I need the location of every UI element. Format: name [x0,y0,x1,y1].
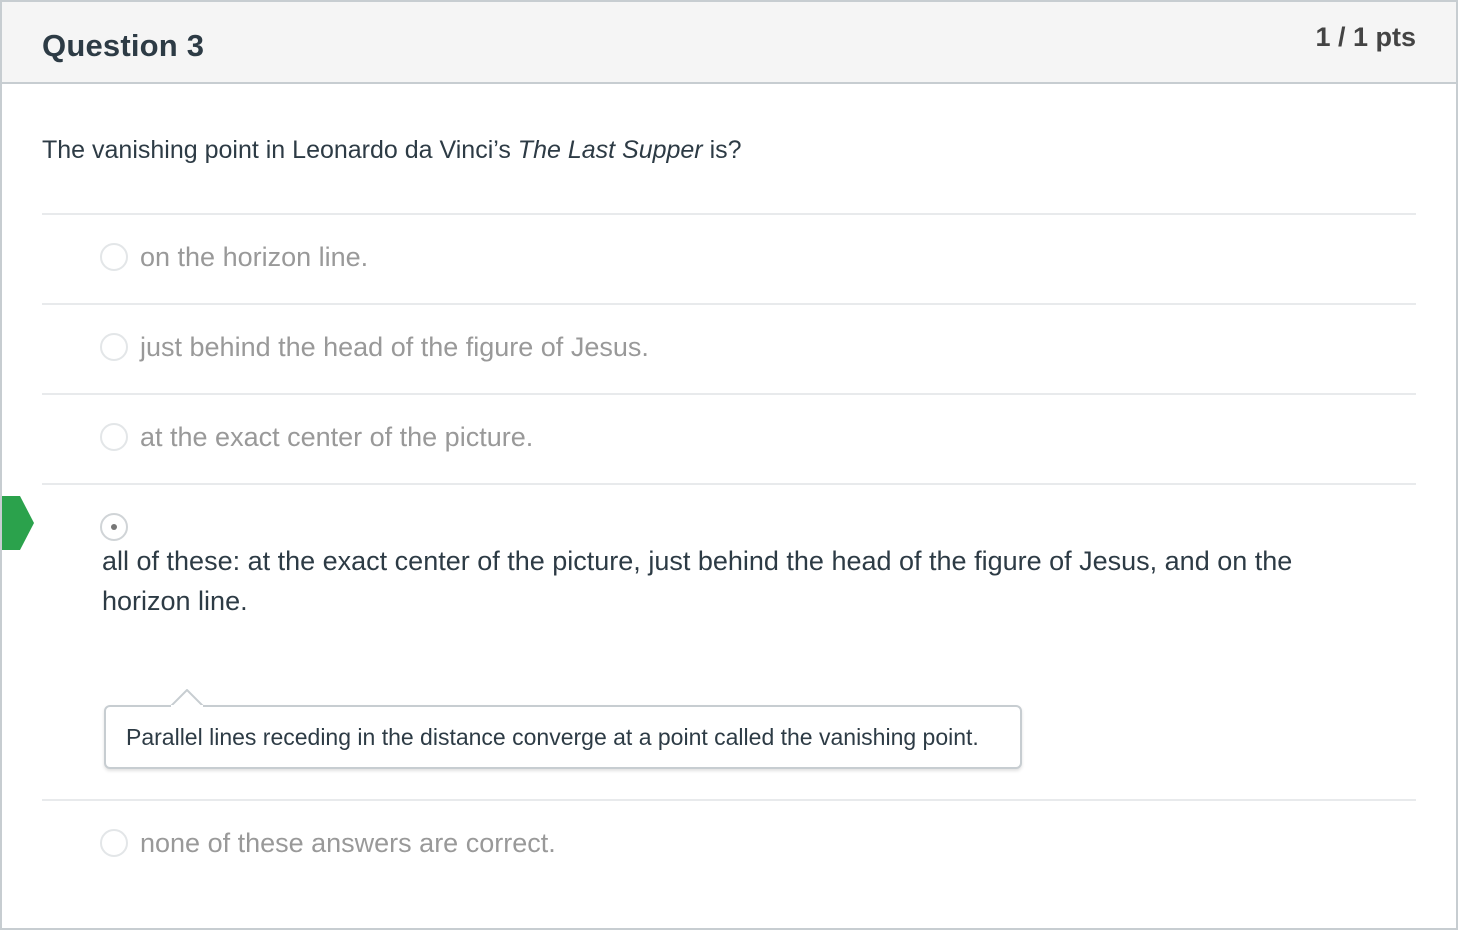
radio-button-icon[interactable] [100,243,128,271]
radio-button-icon[interactable] [100,829,128,857]
answer-label-selected: all of these: at the exact center of the… [102,546,1293,616]
answer-option-5[interactable]: none of these answers are correct. [42,801,1416,889]
feedback-text: Parallel lines receding in the distance … [126,724,979,750]
radio-button-selected-icon[interactable] [100,513,128,541]
answer-label: just behind the head of the figure of Je… [140,332,649,362]
answer-feedback: Parallel lines receding in the distance … [104,689,1022,769]
question-points: 1 / 1 pts [1315,22,1416,52]
artwork-title: The Last Supper [517,136,703,164]
radio-button-icon[interactable] [100,333,128,361]
answer-option-1[interactable]: on the horizon line. [42,215,1416,303]
question-header: Question 3 1 / 1 pts [2,2,1456,84]
correct-answer-arrow-icon [2,496,34,550]
answer-label: on the horizon line. [140,242,369,272]
question-text-end: is? [702,136,742,164]
quiz-question: Question 3 1 / 1 pts The vanishing point… [0,0,1458,930]
answer-option-2[interactable]: just behind the head of the figure of Je… [42,305,1416,393]
question-text-start: The vanishing point in Leonardo da Vinci… [42,136,518,164]
radio-button-icon[interactable] [100,423,128,451]
feedback-pointer-icon [170,689,204,707]
answer-option-3[interactable]: at the exact center of the picture. [42,395,1416,483]
question-text: The vanishing point in Leonardo da Vinci… [42,136,742,165]
answer-label: at the exact center of the picture. [140,422,534,452]
answer-label: none of these answers are correct. [140,828,556,858]
question-title: Question 3 [42,28,205,63]
